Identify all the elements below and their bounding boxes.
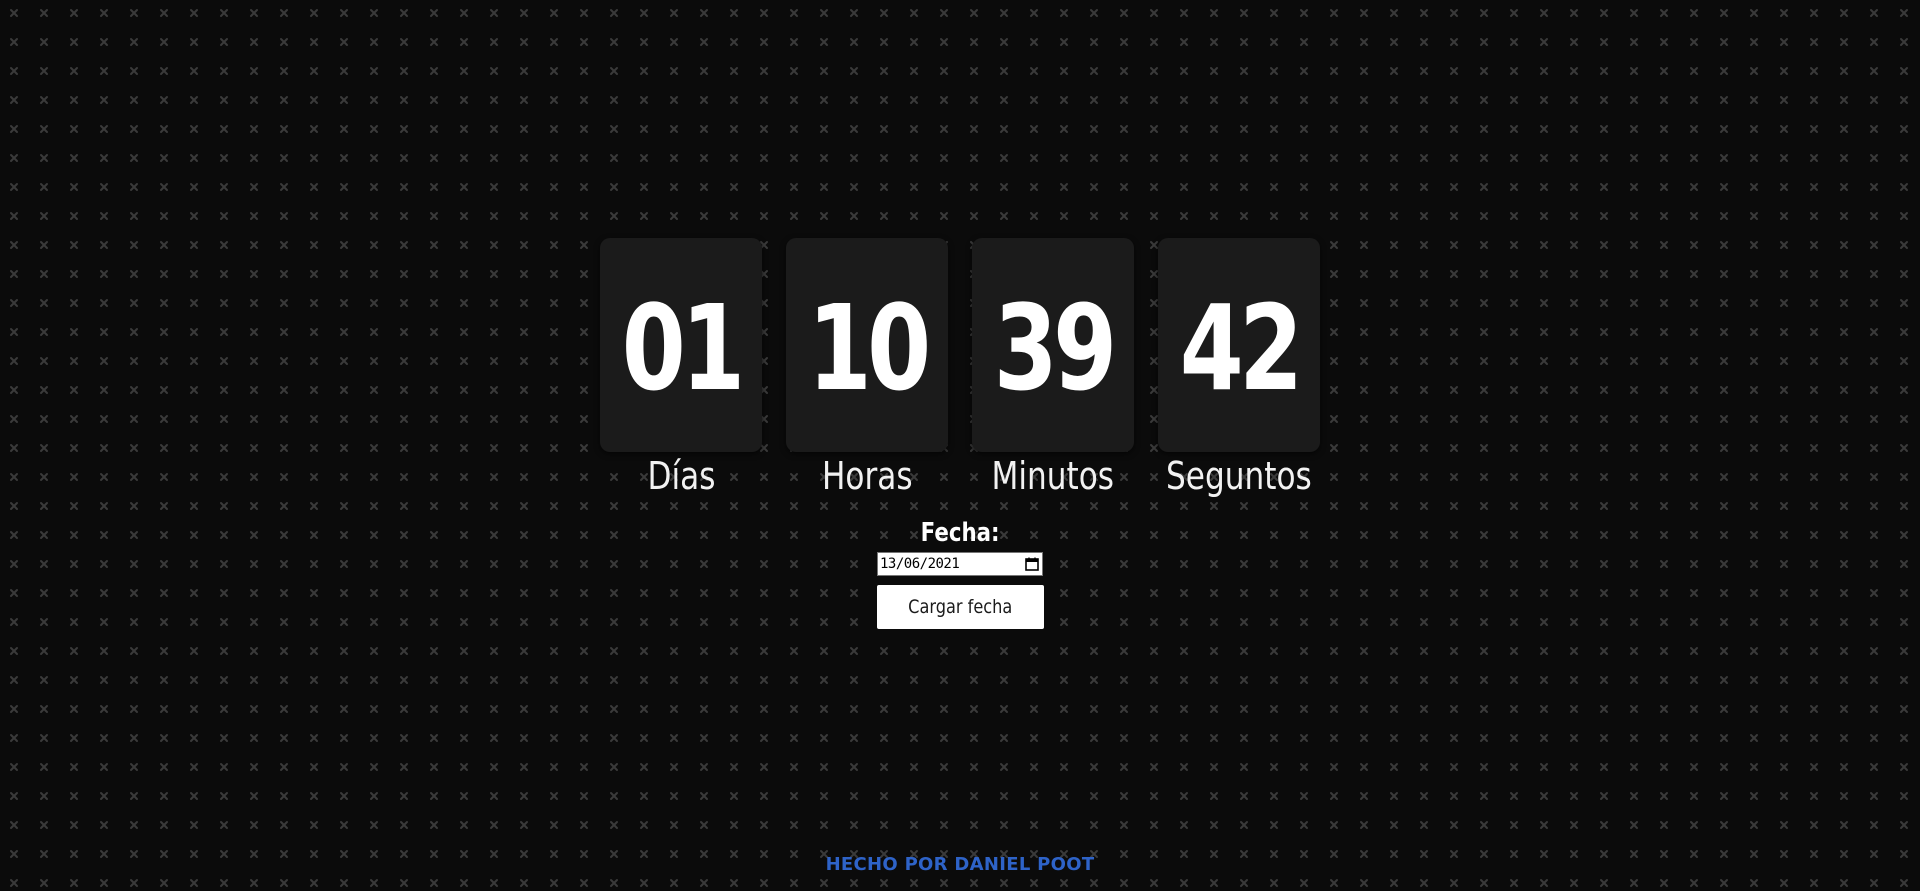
seconds-card: 42 (1158, 238, 1320, 452)
date-input[interactable]: 13/06/2021 (877, 552, 1043, 576)
minutes-card: 39 (972, 238, 1134, 452)
footer-credit: HECHO POR DANIEL POOT (825, 854, 1095, 875)
minutes-label: Minutos (991, 454, 1115, 498)
countdown-minutes: 39 Minutos (972, 238, 1134, 498)
days-label: Días (647, 454, 715, 498)
calendar-icon[interactable] (1025, 557, 1039, 571)
date-label: Fecha: (920, 518, 1000, 548)
minutes-value: 39 (993, 279, 1117, 417)
load-date-button[interactable]: Cargar fecha (876, 585, 1044, 629)
days-value: 01 (621, 279, 745, 417)
hours-label: Horas (821, 454, 913, 498)
seconds-value: 42 (1179, 279, 1303, 417)
countdown: 01 Días 10 Horas 39 Minutos 42 Seguntos (600, 238, 1320, 498)
countdown-seconds: 42 Seguntos (1158, 238, 1320, 498)
countdown-hours: 10 Horas (786, 238, 948, 498)
countdown-days: 01 Días (600, 238, 762, 498)
load-date-button-label: Cargar fecha (907, 596, 1013, 618)
days-card: 01 (600, 238, 762, 452)
date-form: Fecha: 13/06/2021 Cargar fecha (860, 520, 1060, 629)
date-input-value: 13/06/2021 (880, 556, 960, 572)
hours-card: 10 (786, 238, 948, 452)
seconds-label: Seguntos (1166, 454, 1312, 498)
hours-value: 10 (807, 279, 931, 417)
